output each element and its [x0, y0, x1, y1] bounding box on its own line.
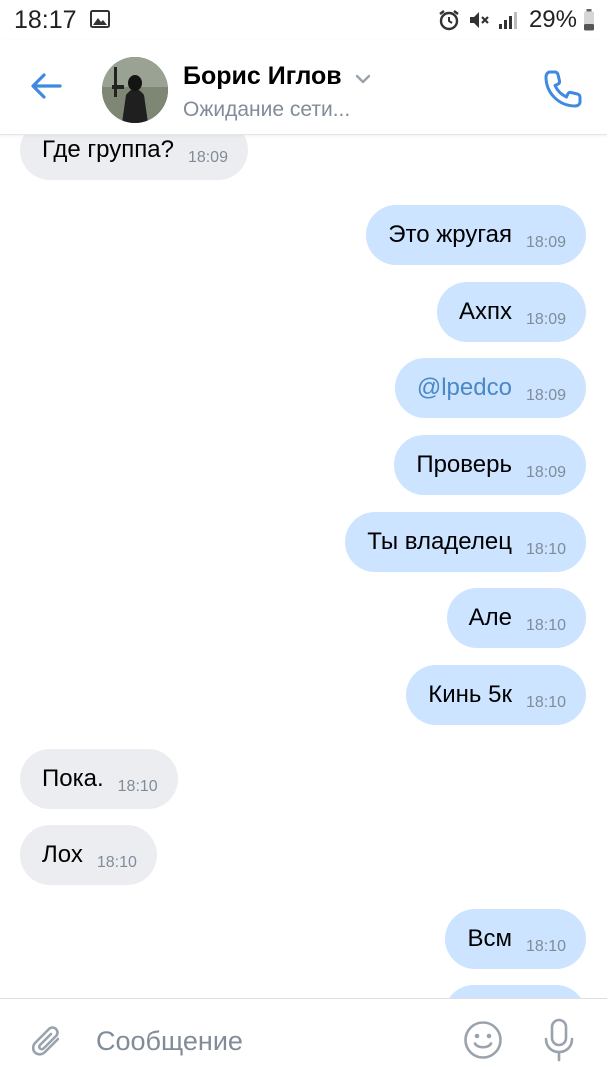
- message-time: 18:09: [525, 234, 566, 251]
- microphone-icon[interactable]: [540, 1017, 578, 1063]
- chat-header: Борис Иглов Ожидание сети...: [0, 40, 607, 135]
- connection-status: Ожидание сети...: [183, 98, 351, 121]
- message-time: 18:10: [525, 541, 566, 558]
- message-input[interactable]: [96, 1019, 436, 1063]
- alarm-icon: [439, 10, 459, 31]
- message-text: Где группа?: [42, 136, 174, 163]
- message-list[interactable]: Где группа? 18:09 Это жругая 18:09 Ахпх …: [0, 135, 607, 998]
- message-bubble[interactable]: Ты владелец 18:10: [345, 512, 586, 572]
- message-text: Это жругая: [388, 221, 512, 248]
- message-text: Лох: [42, 841, 83, 868]
- message-text: Ты владелец: [367, 528, 512, 555]
- gallery-icon: [90, 10, 110, 28]
- message-time: 18:09: [525, 311, 566, 328]
- message-bubble[interactable]: Ахпх 18:09: [436, 282, 586, 342]
- message-time: 18:10: [525, 617, 566, 634]
- emoji-icon[interactable]: [462, 1019, 504, 1061]
- mention-link[interactable]: @lpedco: [417, 374, 512, 402]
- message-time: 18:10: [117, 778, 158, 795]
- battery-percent: 29%: [528, 6, 577, 33]
- message-bubble[interactable]: @lpedco 18:09: [394, 358, 586, 418]
- message-bubble[interactable]: Это жругая 18:09: [366, 205, 586, 265]
- phone-icon[interactable]: [540, 66, 586, 112]
- message-bubble[interactable]: Лох 18:10: [20, 825, 157, 885]
- message-text: Пока.: [42, 765, 104, 792]
- contact-name[interactable]: Борис Иглов: [183, 62, 342, 91]
- message-time: 18:09: [525, 464, 566, 481]
- message-time: 18:10: [525, 938, 566, 955]
- status-time: 18:17: [14, 6, 77, 34]
- chevron-down-icon[interactable]: [354, 73, 372, 85]
- message-time: 18:09: [187, 149, 228, 166]
- message-text: Всм: [467, 925, 512, 952]
- message-bubble[interactable]: Проверь 18:09: [394, 435, 586, 495]
- message-bubble[interactable]: Пока. 18:10: [20, 749, 178, 809]
- status-indicators: 29%: [437, 6, 595, 34]
- message-bubble[interactable]: Кинь 5к 18:10: [406, 665, 586, 725]
- back-arrow-icon[interactable]: [24, 64, 68, 108]
- message-composer: [0, 998, 607, 1080]
- avatar-image: [102, 57, 168, 123]
- signal-icon: [498, 12, 517, 29]
- message-text: Проверь: [416, 451, 512, 478]
- message-text: Ахпх: [458, 298, 512, 325]
- message-bubble[interactable]: Всм 18:10: [445, 909, 586, 969]
- message-time: 18:10: [96, 854, 137, 871]
- message-text: Кинь 5к: [428, 681, 512, 708]
- status-bar: 18:17 29%: [0, 0, 607, 40]
- battery-icon: [584, 9, 594, 31]
- message-bubble[interactable]: Але 18:10: [446, 588, 586, 648]
- contact-avatar[interactable]: [102, 57, 168, 123]
- message-time: 18:10: [525, 694, 566, 711]
- message-bubble[interactable]: Где группа? 18:09: [20, 135, 248, 180]
- message-text: Але: [468, 604, 512, 631]
- message-bubble-partial[interactable]: [444, 985, 586, 998]
- paperclip-icon[interactable]: [28, 1021, 68, 1063]
- mute-icon: [469, 12, 489, 28]
- message-time: 18:09: [525, 387, 566, 404]
